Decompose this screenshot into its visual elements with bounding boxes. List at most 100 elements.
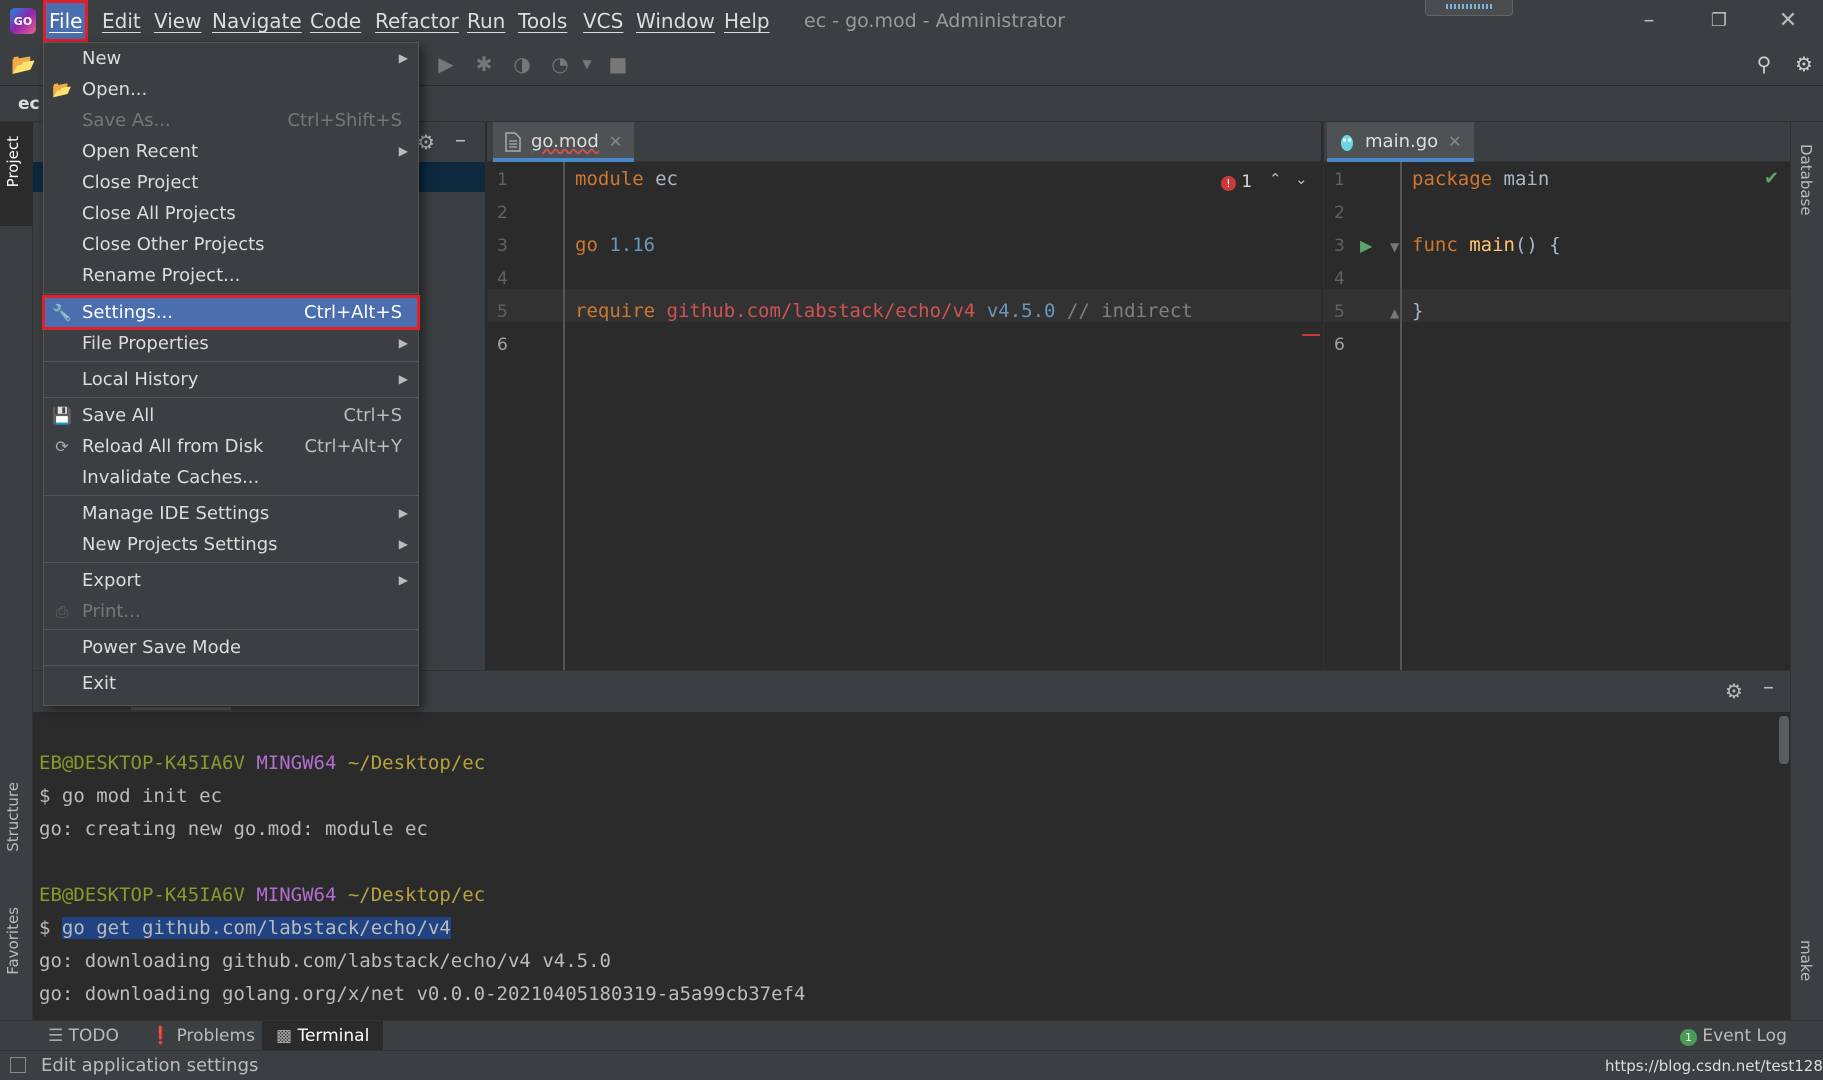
line-gutter: 1 2 3 4 5 6: [487, 162, 565, 670]
chevron-down-icon[interactable]: ▼: [575, 52, 599, 76]
submenu-arrow-icon: ▶: [398, 144, 408, 158]
menu-item-close-all-projects[interactable]: Close All Projects: [44, 198, 418, 229]
menu-item-close-project[interactable]: Close Project: [44, 167, 418, 198]
menu-item-settings[interactable]: 🔧 Settings... Ctrl+Alt+S: [42, 295, 420, 330]
menu-vcs[interactable]: VCS: [577, 0, 629, 42]
terminal-line: EB@DESKTOP-K45IA6V MINGW64 ~/Desktop/ec: [39, 884, 486, 906]
favorites-tool-tab[interactable]: Favorites: [4, 907, 22, 975]
menu-edit[interactable]: Edit: [96, 0, 147, 42]
close-tab-icon[interactable]: ✕: [609, 132, 622, 151]
fold-icon[interactable]: ▼: [1390, 240, 1399, 254]
terminal-gear-icon[interactable]: ⚙: [1725, 679, 1743, 703]
menu-separator: [44, 397, 418, 398]
problems-icon: ❗: [150, 1026, 172, 1046]
editor-tab-bar: go.mod ✕: [487, 122, 1321, 162]
terminal-hide-icon[interactable]: –: [1763, 675, 1774, 700]
menu-run[interactable]: Run: [461, 0, 511, 42]
project-gear-icon[interactable]: ⚙: [417, 130, 435, 154]
prev-error-icon[interactable]: ⌃: [1269, 170, 1282, 188]
debug-icon[interactable]: ✱: [472, 52, 496, 76]
menu-separator: [44, 361, 418, 362]
menu-refactor[interactable]: Refactor: [369, 0, 465, 42]
tab-main-go[interactable]: main.go ✕: [1327, 122, 1474, 162]
toggle-tool-windows-icon[interactable]: [10, 1057, 26, 1073]
editor-tab-bar: main.go ✕: [1324, 122, 1790, 162]
line-number: 2: [497, 203, 508, 223]
terminal-output[interactable]: EB@DESKTOP-K45IA6V MINGW64 ~/Desktop/ec …: [33, 712, 1790, 1020]
memory-indicator[interactable]: [1425, 0, 1513, 16]
line-number: 3: [497, 236, 508, 256]
restore-icon[interactable]: ❐: [1684, 0, 1754, 42]
menu-item-reload-all[interactable]: ⟳ Reload All from Disk Ctrl+Alt+Y: [44, 431, 418, 462]
list-icon: ☰: [48, 1026, 64, 1046]
event-log-tab[interactable]: 1 Event Log: [1680, 1021, 1787, 1051]
menu-view[interactable]: View: [148, 0, 207, 42]
terminal-line: go: downloading golang.org/x/net v0.0.0-…: [39, 983, 806, 1005]
menu-item-file-properties[interactable]: File Properties ▶: [44, 328, 418, 359]
menu-window[interactable]: Window: [630, 0, 721, 42]
menu-separator: [44, 629, 418, 630]
line-number: 6: [1334, 335, 1345, 355]
search-icon[interactable]: ⚲: [1752, 52, 1776, 76]
menu-item-save-as: Save As... Ctrl+Shift+S: [82, 110, 402, 131]
profile-icon[interactable]: ◔: [548, 52, 572, 76]
watermark-text: https://blog.csdn.net/test1280: [1605, 1057, 1823, 1075]
menu-item-rename-project[interactable]: Rename Project...: [44, 260, 418, 291]
menu-navigate[interactable]: Navigate: [206, 0, 308, 42]
project-hide-icon[interactable]: –: [455, 128, 466, 153]
code-line-5: }: [1412, 300, 1424, 322]
menu-item-close-other-projects[interactable]: Close Other Projects: [44, 229, 418, 260]
submenu-arrow-icon: ▶: [398, 506, 408, 520]
minimize-icon[interactable]: –: [1614, 0, 1684, 42]
menu-code[interactable]: Code: [304, 0, 367, 42]
run-icon[interactable]: ▶: [434, 52, 458, 76]
open-folder-icon[interactable]: 📂: [11, 52, 36, 76]
error-stripe-mark[interactable]: [1302, 334, 1320, 336]
todo-tab[interactable]: ☰ TODO: [48, 1021, 119, 1051]
menu-item-exit[interactable]: Exit: [44, 668, 418, 699]
menu-item-new-projects-settings[interactable]: New Projects Settings ▶: [44, 529, 418, 560]
line-number: 1: [497, 170, 508, 190]
fold-end-icon[interactable]: ▲: [1390, 306, 1399, 320]
make-tool-tab[interactable]: make: [1797, 940, 1815, 981]
structure-tool-tab[interactable]: Structure: [4, 782, 22, 852]
line-number: 1: [1334, 170, 1345, 190]
menu-item-invalidate-caches[interactable]: Invalidate Caches...: [44, 462, 418, 493]
error-indicator[interactable]: ! 1: [1221, 172, 1252, 192]
terminal-selection: go get github.com/labstack/echo/v4: [61, 917, 451, 939]
menu-tools[interactable]: Tools: [512, 0, 573, 42]
problems-tab[interactable]: ❗ Problems: [150, 1021, 255, 1051]
next-error-icon[interactable]: ⌄: [1295, 170, 1308, 188]
file-icon: [505, 132, 521, 152]
tab-go-mod[interactable]: go.mod ✕: [493, 122, 635, 162]
gear-icon[interactable]: ⚙: [1792, 52, 1816, 76]
submenu-arrow-icon: ▶: [398, 537, 408, 551]
editor-main-go[interactable]: main.go ✕ 1 2 3 4 5 6 ▶ ▼ ▲ package main …: [1323, 122, 1790, 670]
project-tool-tab[interactable]: Project: [4, 136, 22, 187]
terminal-scrollbar[interactable]: [1779, 716, 1789, 764]
menu-item-new[interactable]: New ▶: [44, 43, 418, 74]
menu-item-local-history[interactable]: Local History ▶: [44, 364, 418, 395]
line-number: 4: [497, 269, 508, 289]
menu-file[interactable]: File: [43, 0, 89, 42]
menu-item-export[interactable]: Export ▶: [44, 565, 418, 596]
menu-item-open-recent[interactable]: Open Recent ▶: [44, 136, 418, 167]
coverage-icon[interactable]: ◑: [510, 52, 534, 76]
terminal-tab[interactable]: ▩ Terminal: [262, 1021, 384, 1051]
terminal-tab-underline: [131, 707, 231, 710]
database-tool-tab[interactable]: Database: [1797, 144, 1815, 216]
menu-item-open[interactable]: 📂 Open...: [44, 74, 418, 105]
close-icon[interactable]: ✕: [1753, 0, 1823, 42]
stop-icon[interactable]: ■: [606, 52, 630, 76]
editor-go-mod[interactable]: go.mod ✕ 1 2 3 4 5 6 module ec go 1.16 re…: [487, 122, 1321, 670]
menu-item-manage-ide-settings[interactable]: Manage IDE Settings ▶: [44, 498, 418, 529]
terminal-line: $ go get github.com/labstack/echo/v4: [39, 917, 451, 939]
run-gutter-icon[interactable]: ▶: [1360, 236, 1372, 255]
close-tab-icon[interactable]: ✕: [1448, 132, 1461, 151]
line-number: 3: [1334, 236, 1345, 256]
left-tool-strip: Project Structure Favorites: [0, 122, 33, 1020]
menu-item-power-save-mode[interactable]: Power Save Mode: [44, 632, 418, 663]
menu-help[interactable]: Help: [718, 0, 776, 42]
breadcrumb-project[interactable]: ec: [18, 94, 40, 114]
menu-item-save-all[interactable]: 💾 Save All Ctrl+S: [44, 400, 418, 431]
